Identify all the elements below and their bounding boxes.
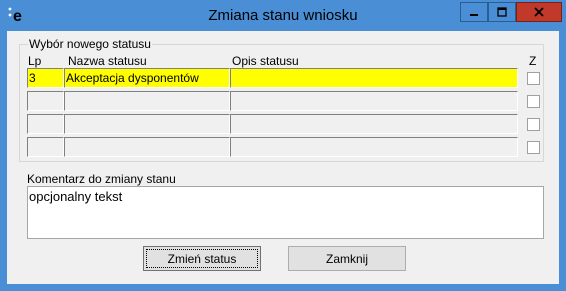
- status-row-lp-cell[interactable]: [27, 91, 64, 111]
- dialog-window: e Zmiana stanu wniosku Wybór nowego stat…: [0, 0, 566, 291]
- status-row-checkbox[interactable]: [527, 95, 540, 108]
- maximize-icon: [497, 7, 507, 17]
- status-row-lp-cell[interactable]: [27, 137, 64, 157]
- change-status-button[interactable]: Zmień status: [143, 246, 261, 271]
- minimize-icon: [470, 14, 478, 16]
- status-row-checkbox[interactable]: [527, 72, 540, 85]
- status-row-description-cell[interactable]: [230, 137, 518, 157]
- status-row-name-cell[interactable]: Akceptacja dysponentów: [64, 68, 230, 88]
- column-header-description: Opis statusu: [232, 54, 299, 68]
- close-dialog-button[interactable]: Zamknij: [288, 246, 406, 271]
- status-row-name-cell[interactable]: [64, 91, 230, 111]
- status-row-checkbox[interactable]: [527, 141, 540, 154]
- column-header-name: Nazwa statusu: [68, 54, 147, 68]
- status-row-lp-cell[interactable]: [27, 114, 64, 134]
- column-header-lp: Lp: [28, 54, 42, 68]
- status-row-name-cell[interactable]: [64, 114, 230, 134]
- comment-textarea[interactable]: opcjonalny tekst: [27, 186, 544, 239]
- status-row-lp-cell[interactable]: 3: [27, 68, 64, 88]
- maximize-button[interactable]: [488, 2, 516, 22]
- status-row-checkbox[interactable]: [527, 118, 540, 131]
- status-row-name-cell[interactable]: [64, 137, 230, 157]
- close-icon: [534, 7, 544, 17]
- status-row-description-cell[interactable]: [230, 91, 518, 111]
- dialog-body: Wybór nowego statusu Lp Nazwa statusu Op…: [7, 31, 559, 284]
- comment-label: Komentarz do zmiany stanu: [27, 172, 176, 186]
- status-group-legend: Wybór nowego statusu: [28, 37, 152, 51]
- title-bar[interactable]: e Zmiana stanu wniosku: [0, 0, 566, 31]
- status-row-description-cell[interactable]: [230, 114, 518, 134]
- status-row-description-cell[interactable]: [230, 68, 518, 88]
- minimize-button[interactable]: [460, 2, 488, 22]
- close-button[interactable]: [516, 2, 562, 22]
- column-header-z: Z: [529, 54, 537, 68]
